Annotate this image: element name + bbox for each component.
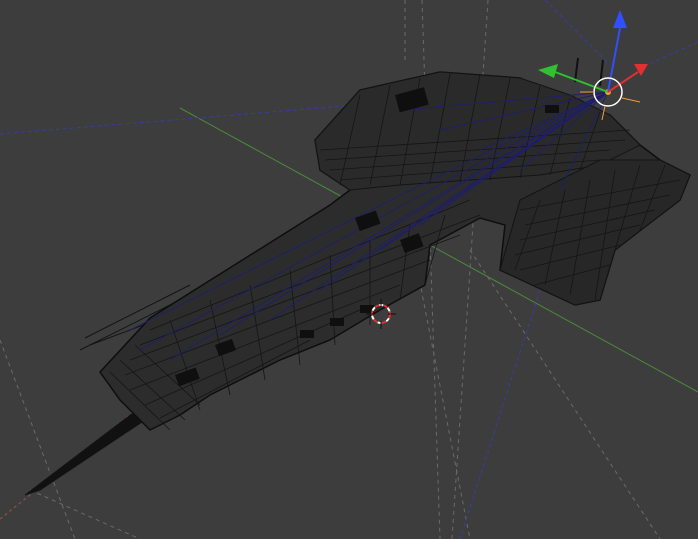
viewport-canvas[interactable] (0, 0, 698, 539)
3d-viewport[interactable] (0, 0, 698, 539)
